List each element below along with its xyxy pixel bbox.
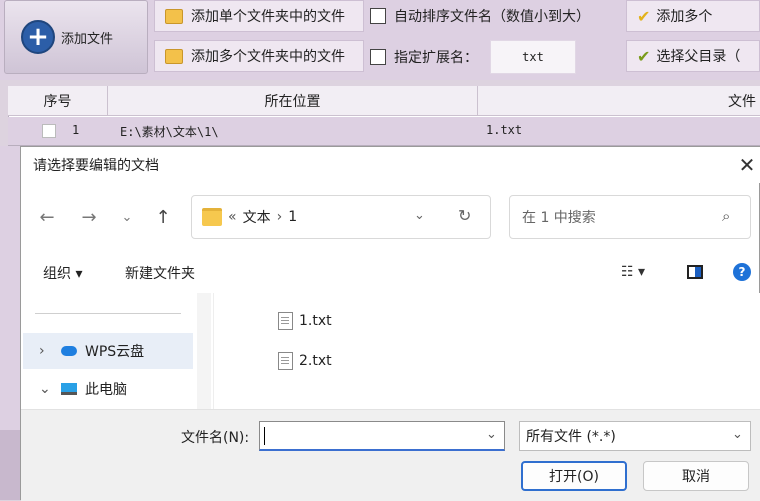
grid-header: 序号 所在位置 文件 bbox=[8, 86, 760, 116]
tree-item-this-pc[interactable]: ⌄ 此电脑 bbox=[23, 371, 193, 407]
open-file-dialog: 请选择要编辑的文档 ✕ ← → ⌄ ↑ « 文本 › 1 ⌄ ↻ 在 1 中搜索… bbox=[20, 146, 760, 501]
extension-input[interactable]: txt bbox=[490, 40, 576, 74]
row-index: 1 bbox=[72, 123, 80, 137]
search-input[interactable]: 在 1 中搜索 ⌕ bbox=[509, 195, 751, 239]
tree-scrollbar[interactable] bbox=[197, 293, 211, 409]
help-icon[interactable]: ? bbox=[733, 263, 751, 281]
open-button[interactable]: 打开(O) bbox=[521, 461, 627, 491]
view-options-icon[interactable]: ☷ ▾ bbox=[621, 264, 645, 280]
tree-item-wps-cloud[interactable]: › WPS云盘 bbox=[23, 333, 193, 369]
tree-item-label: WPS云盘 bbox=[85, 344, 145, 360]
tree-item-label: 此电脑 bbox=[85, 382, 127, 398]
command-bar: 组织 ▾ 新建文件夹 ☷ ▾ ? bbox=[21, 253, 760, 293]
address-dropdown-icon[interactable]: ⌄ bbox=[414, 208, 425, 223]
recent-chevron-icon[interactable]: ⌄ bbox=[115, 205, 139, 229]
new-folder-button[interactable]: 新建文件夹 bbox=[125, 263, 195, 283]
breadcrumb-part[interactable]: 1 bbox=[288, 209, 297, 225]
computer-icon bbox=[61, 383, 77, 395]
text-file-icon bbox=[278, 312, 293, 330]
add-multi-button[interactable]: ✔ 添加多个 bbox=[626, 0, 760, 32]
refresh-icon[interactable]: ↻ bbox=[458, 206, 471, 225]
auto-sort-checkbox[interactable]: 自动排序文件名（数值小到大） bbox=[370, 0, 620, 32]
preview-pane-icon[interactable] bbox=[687, 265, 703, 279]
select-parent-label: 选择父目录（ bbox=[656, 49, 741, 65]
organize-menu[interactable]: 组织 ▾ bbox=[43, 263, 82, 283]
table-row[interactable]: 1 E:\素材\文本\1\ 1.txt bbox=[8, 117, 760, 145]
row-location: E:\素材\文本\1\ bbox=[120, 125, 219, 139]
forward-arrow-icon[interactable]: → bbox=[77, 205, 101, 229]
text-file-icon bbox=[278, 352, 293, 370]
add-multi-folder-button[interactable]: 添加多个文件夹中的文件 bbox=[154, 40, 364, 72]
search-placeholder: 在 1 中搜索 bbox=[522, 210, 596, 226]
add-single-folder-button[interactable]: 添加单个文件夹中的文件 bbox=[154, 0, 364, 32]
column-header-index[interactable]: 序号 bbox=[8, 86, 108, 116]
file-type-value: 所有文件 (*.*) bbox=[526, 429, 616, 445]
breadcrumb-separator-icon: › bbox=[276, 209, 283, 225]
breadcrumb-part[interactable]: 文本 bbox=[243, 207, 271, 227]
file-list: 1.txt 2.txt bbox=[213, 293, 760, 409]
plus-icon: + bbox=[21, 20, 55, 54]
checkbox-box[interactable] bbox=[370, 49, 386, 65]
specify-ext-label: 指定扩展名： bbox=[394, 50, 478, 66]
row-checkbox[interactable] bbox=[42, 124, 56, 138]
auto-sort-label: 自动排序文件名（数值小到大） bbox=[394, 9, 590, 25]
tree-divider bbox=[35, 313, 181, 314]
file-type-select[interactable]: 所有文件 (*.*) ⌄ bbox=[519, 421, 751, 451]
add-single-folder-label: 添加单个文件夹中的文件 bbox=[191, 9, 345, 25]
chevron-right-icon[interactable]: › bbox=[39, 343, 53, 359]
chevron-down-icon[interactable]: ⌄ bbox=[486, 427, 497, 442]
app-button-remnant bbox=[0, 430, 20, 500]
chevron-down-icon[interactable]: ⌄ bbox=[39, 381, 53, 397]
add-multi-label: 添加多个 bbox=[656, 9, 713, 25]
cloud-icon bbox=[61, 346, 77, 356]
text-caret bbox=[264, 426, 265, 445]
breadcrumb-overflow[interactable]: « bbox=[228, 209, 237, 225]
chevron-down-icon[interactable]: ⌄ bbox=[732, 427, 743, 442]
add-file-button[interactable]: + 添加文件 bbox=[4, 0, 148, 74]
search-icon[interactable]: ⌕ bbox=[722, 207, 730, 225]
check-shield-icon: ✔ bbox=[637, 46, 651, 66]
list-item[interactable]: 1.txt bbox=[278, 309, 332, 333]
folder-icon bbox=[202, 208, 222, 226]
list-item[interactable]: 2.txt bbox=[278, 349, 332, 373]
file-name: 2.txt bbox=[299, 353, 332, 369]
column-header-file[interactable]: 文件 bbox=[478, 86, 760, 116]
address-bar[interactable]: « 文本 › 1 ⌄ ↻ bbox=[191, 195, 491, 239]
back-arrow-icon[interactable]: ← bbox=[35, 205, 59, 229]
filename-label: 文件名(N): bbox=[181, 430, 250, 446]
folder-icon bbox=[165, 8, 183, 24]
filename-input[interactable]: ⌄ bbox=[259, 421, 505, 451]
file-name: 1.txt bbox=[299, 313, 332, 329]
add-file-label: 添加文件 bbox=[61, 31, 114, 47]
folder-icon bbox=[165, 48, 183, 64]
select-parent-button[interactable]: ✔ 选择父目录（ bbox=[626, 40, 760, 72]
up-arrow-icon[interactable]: ↑ bbox=[151, 205, 175, 229]
row-filename: 1.txt bbox=[486, 123, 523, 137]
cancel-button[interactable]: 取消 bbox=[643, 461, 749, 491]
navigation-pane: › WPS云盘 ⌄ 此电脑 bbox=[21, 293, 211, 409]
close-icon[interactable]: ✕ bbox=[735, 153, 759, 177]
checkbox-box[interactable] bbox=[370, 8, 386, 24]
specify-ext-checkbox[interactable]: 指定扩展名： bbox=[370, 40, 490, 74]
column-header-location[interactable]: 所在位置 bbox=[108, 86, 478, 116]
check-icon: ✔ bbox=[637, 6, 651, 26]
add-multi-folder-label: 添加多个文件夹中的文件 bbox=[191, 49, 345, 65]
dialog-title: 请选择要编辑的文档 bbox=[21, 147, 760, 183]
